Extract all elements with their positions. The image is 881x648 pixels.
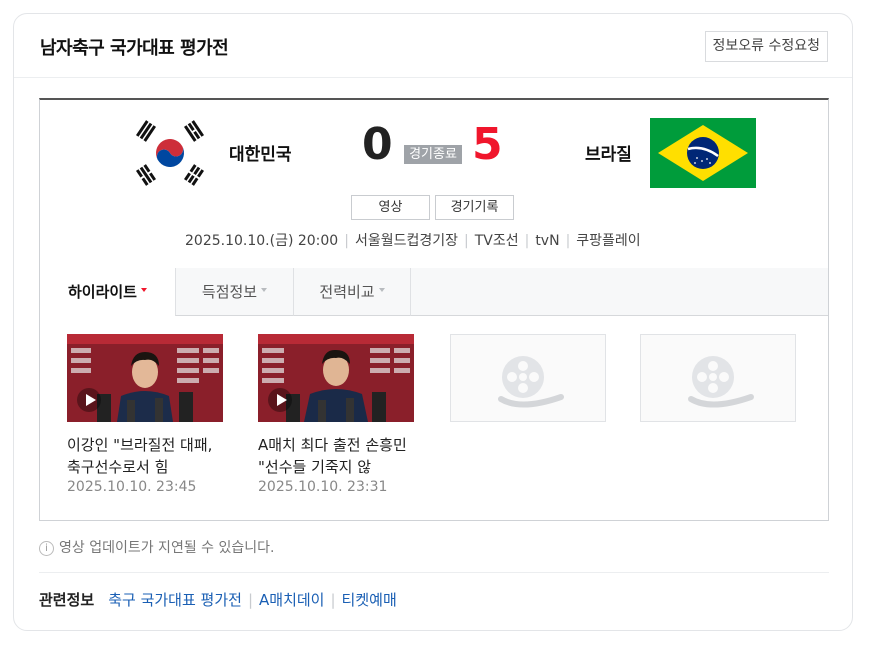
away-team-name[interactable]: 브라질	[585, 140, 632, 165]
match-info: 2025.10.10.(금) 20:00 | 서울월드컵경기장 | TV조선 | tvN | 쿠…	[185, 233, 641, 249]
tab-highlights[interactable]: 하이라이트	[40, 268, 175, 316]
play-icon	[77, 388, 101, 412]
related-info: 관련정보 축구 국가대표 평가전 | A매치데이 | 티켓예매	[39, 591, 397, 609]
divider	[39, 572, 829, 573]
notice-text: 영상 업데이트가 지연될 수 있습니다.	[59, 540, 275, 556]
update-notice: i 영상 업데이트가 지연될 수 있습니다.	[39, 537, 274, 557]
caret-down-icon	[378, 287, 385, 292]
video-button[interactable]: 영상	[351, 195, 430, 220]
brazil-flag-icon	[650, 118, 756, 188]
match-venue[interactable]: 서울월드컵경기장	[355, 233, 458, 249]
match-status-badge: 경기종료	[404, 145, 462, 164]
related-link-a-match-day[interactable]: A매치데이	[259, 591, 324, 609]
south-korea-flag-icon	[130, 118, 210, 188]
info-icon: i	[39, 541, 54, 556]
scoreboard-panel: 대한민국 0 경기종료 5 브라질 영상 경기기록 2025.10.10.(금)…	[39, 98, 829, 521]
away-score: 5	[472, 119, 503, 170]
tab-bar: 하이라이트 득점정보 전력비교	[40, 268, 828, 316]
video-thumbnail[interactable]	[258, 334, 414, 422]
card-header: 남자축구 국가대표 평가전 정보오류 수정요청	[14, 14, 852, 78]
home-score: 0	[362, 119, 393, 170]
video-placeholder[interactable]	[640, 334, 796, 422]
broadcaster-tvn[interactable]: tvN	[535, 233, 559, 249]
related-link-friendly-match[interactable]: 축구 국가대표 평가전	[108, 591, 242, 609]
caret-down-icon	[261, 287, 268, 292]
video-date: 2025.10.10. 23:31	[258, 479, 388, 495]
video-title[interactable]: A매치 최다 출전 손흥민 "선수들 기죽지 않	[258, 434, 414, 478]
related-info-label: 관련정보	[39, 591, 95, 609]
tab-team-comparison[interactable]: 전력비교	[293, 268, 411, 316]
caret-down-icon	[141, 287, 147, 292]
tab-scoring-info[interactable]: 득점정보	[175, 268, 293, 316]
play-icon	[268, 388, 292, 412]
film-reel-icon	[688, 356, 754, 408]
match-record-button[interactable]: 경기기록	[435, 195, 514, 220]
card-title: 남자축구 국가대표 평가전	[40, 38, 229, 59]
video-title[interactable]: 이강인 "브라질전 대패, 축구선수로서 힘	[67, 434, 223, 478]
match-card: 남자축구 국가대표 평가전 정보오류 수정요청 대한민국 0 경기종료 5 브라…	[13, 13, 853, 631]
video-thumbnail[interactable]	[67, 334, 223, 422]
film-reel-icon	[498, 356, 564, 408]
report-error-button[interactable]: 정보오류 수정요청	[704, 31, 828, 62]
home-team-name[interactable]: 대한민국	[229, 140, 292, 165]
tab-bar-filler	[411, 268, 828, 316]
broadcaster-coupangplay[interactable]: 쿠팡플레이	[576, 233, 640, 249]
video-placeholder[interactable]	[450, 334, 606, 422]
broadcaster-tvchosun[interactable]: TV조선	[475, 233, 519, 249]
match-datetime: 2025.10.10.(금) 20:00	[185, 233, 339, 249]
video-date: 2025.10.10. 23:45	[67, 479, 197, 495]
related-link-ticket[interactable]: 티켓예매	[342, 591, 397, 609]
